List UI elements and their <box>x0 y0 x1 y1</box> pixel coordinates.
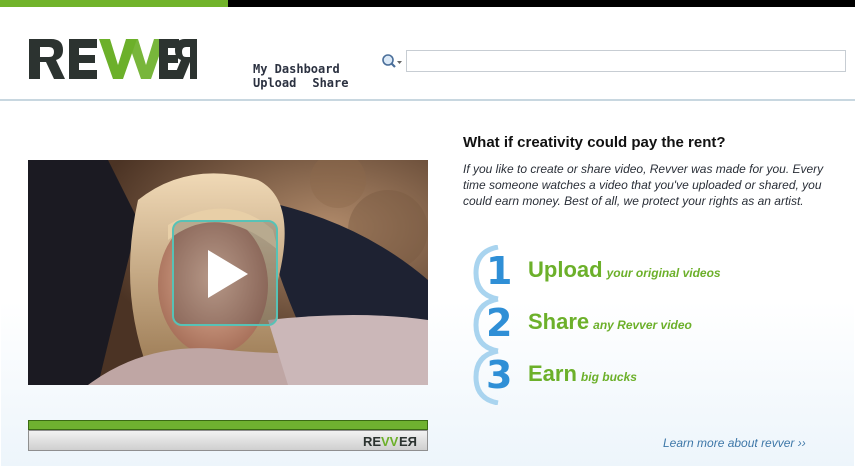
step-share[interactable]: 2 Share any Revver video <box>470 297 830 353</box>
step-title: Upload <box>528 257 603 282</box>
top-strip-accent <box>0 0 228 7</box>
step-upload[interactable]: 1 Upload your original videos <box>470 245 830 301</box>
video-player[interactable] <box>28 160 428 385</box>
progress-bar[interactable] <box>28 420 428 430</box>
player-controls: RE VV EЯ <box>28 420 428 451</box>
main-nav: My Dashboard Upload Share <box>253 62 364 90</box>
revver-mini-logo: RE VV EЯ <box>363 434 417 448</box>
svg-text:EЯ: EЯ <box>399 434 417 448</box>
step-number: 3 <box>486 353 513 397</box>
step-title: Share <box>528 309 590 334</box>
step-number: 2 <box>486 301 513 345</box>
nav-upload[interactable]: Upload <box>253 76 296 90</box>
step-earn[interactable]: 3 Earn big bucks <box>470 349 830 405</box>
step-subtitle: your original videos <box>606 266 721 280</box>
nav-my-dashboard[interactable]: My Dashboard <box>253 62 340 76</box>
step-title: Earn <box>528 361 577 386</box>
svg-text:VV: VV <box>381 434 399 448</box>
search-icon[interactable] <box>381 53 403 71</box>
play-button[interactable] <box>172 220 278 326</box>
hero-headline: What if creativity could pay the rent? <box>463 134 726 151</box>
learn-more-link[interactable]: Learn more about revver ›› <box>663 436 806 450</box>
header: My Dashboard Upload Share <box>0 7 855 101</box>
play-icon <box>208 250 248 298</box>
control-bar: RE VV EЯ <box>28 430 428 451</box>
step-number: 1 <box>486 249 513 293</box>
step-subtitle: any Revver video <box>593 318 692 332</box>
search-input[interactable] <box>406 50 846 72</box>
hero-intro: If you like to create or share video, Re… <box>463 162 824 208</box>
nav-share[interactable]: Share <box>312 76 348 90</box>
svg-text:RE: RE <box>363 434 381 448</box>
revver-logo[interactable] <box>27 37 199 81</box>
step-subtitle: big bucks <box>580 370 637 384</box>
